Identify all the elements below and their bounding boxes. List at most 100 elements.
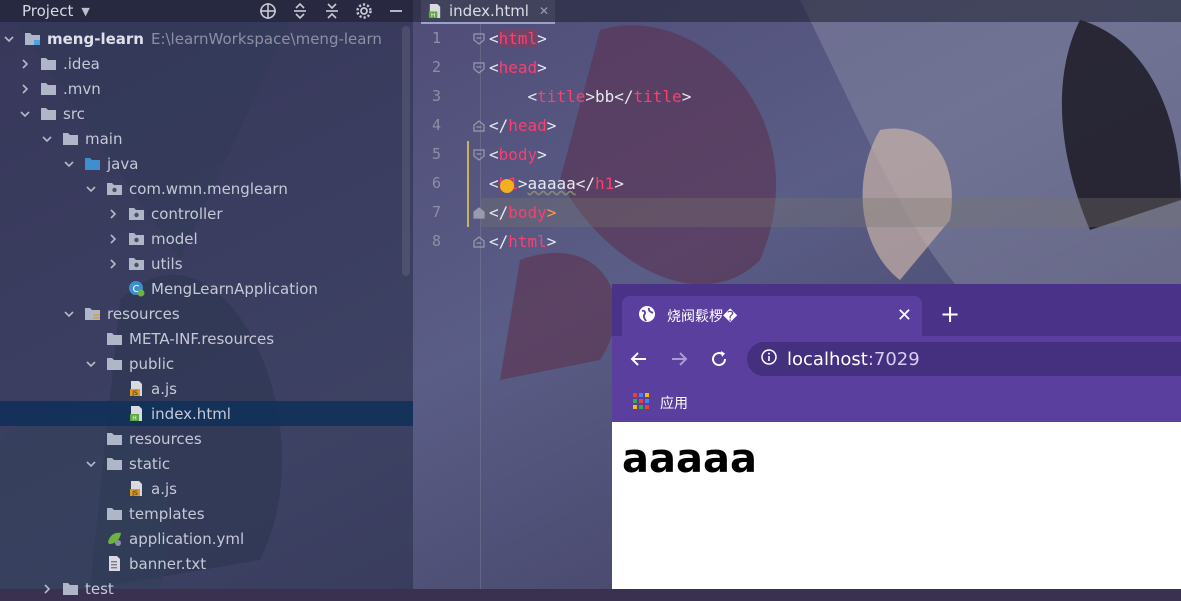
tree-item-meng-learn[interactable]: meng-learn E:\learnWorkspace\meng-learn — [0, 26, 413, 51]
code-token: > — [537, 145, 547, 164]
chevron-down-icon[interactable] — [18, 107, 32, 121]
fold-open-icon[interactable] — [473, 149, 485, 161]
code-line-1[interactable]: <html> — [489, 24, 547, 53]
code-line-7[interactable]: </body> — [489, 198, 556, 227]
resources-folder-icon — [84, 306, 101, 322]
chevron-right-icon[interactable] — [106, 257, 120, 271]
tree-item-model[interactable]: model — [0, 226, 413, 251]
html-file-icon: H — [128, 406, 145, 422]
chevron-down-icon[interactable]: ▼ — [81, 5, 89, 18]
code-token: > — [585, 87, 595, 106]
editor-tab-index-html[interactable]: H index.html ✕ — [421, 0, 556, 24]
info-icon[interactable] — [761, 349, 777, 369]
tree-item-label: controller — [151, 204, 223, 223]
tree-item-resources-2[interactable]: resources — [0, 426, 413, 451]
tree-item-label: .mvn — [63, 79, 101, 98]
line-number: 8 — [431, 232, 441, 250]
tree-item-application-yml[interactable]: application.yml — [0, 526, 413, 551]
locate-file-icon[interactable] — [259, 2, 277, 20]
svg-text:H: H — [132, 415, 137, 422]
tree-item-label: java — [107, 154, 139, 173]
tree-item-controller[interactable]: controller — [0, 201, 413, 226]
tree-item-utils[interactable]: utils — [0, 251, 413, 276]
gear-icon[interactable] — [355, 2, 373, 20]
fold-close-icon[interactable] — [473, 207, 485, 219]
chevron-right-icon[interactable] — [106, 207, 120, 221]
text-file-icon — [106, 556, 123, 572]
chevron-right-icon[interactable] — [18, 82, 32, 96]
code-token: > — [546, 232, 557, 251]
project-header: Project ▼ — [0, 0, 413, 22]
tree-item-application-class[interactable]: C MengLearnApplication — [0, 276, 413, 301]
folder-icon — [106, 356, 123, 372]
tree-item-resources[interactable]: resources — [0, 301, 413, 326]
tree-item-static-a-js[interactable]: JS a.js — [0, 476, 413, 501]
editor-tab-label: index.html — [449, 2, 529, 20]
new-tab-button[interactable]: + — [940, 302, 960, 326]
tree-item-main[interactable]: main — [0, 126, 413, 151]
code-token: < — [489, 174, 499, 193]
code-token: < — [489, 145, 499, 164]
fold-open-icon[interactable] — [473, 62, 485, 74]
chevron-right-icon[interactable] — [106, 232, 120, 246]
folder-icon — [40, 81, 57, 97]
tree-item-public-a-js[interactable]: JS a.js — [0, 376, 413, 401]
code-line-8[interactable]: </html> — [489, 227, 556, 256]
back-button[interactable] — [628, 348, 650, 370]
close-icon[interactable]: ✕ — [897, 305, 912, 326]
code-tag: title — [537, 87, 586, 106]
tree-item-index-html[interactable]: H index.html — [0, 401, 413, 426]
fold-open-icon[interactable] — [473, 33, 485, 45]
module-folder-icon — [24, 31, 41, 47]
reload-button[interactable] — [708, 348, 730, 370]
line-number: 6 — [431, 174, 441, 192]
address-bar[interactable]: localhost:7029 — [747, 342, 1181, 376]
tree-item-idea[interactable]: .idea — [0, 51, 413, 76]
code-line-4[interactable]: </head> — [489, 111, 556, 140]
line-number: 2 — [431, 58, 441, 76]
tree-item-banner-txt[interactable]: banner.txt — [0, 551, 413, 576]
close-icon[interactable]: ✕ — [539, 4, 549, 18]
line-number-gutter: 1 2 3 4 5 6 7 8 — [413, 24, 481, 589]
tree-item-static[interactable]: static — [0, 451, 413, 476]
chevron-right-icon[interactable] — [18, 57, 32, 71]
tree-item-templates[interactable]: templates — [0, 501, 413, 526]
line-number: 4 — [431, 116, 441, 134]
chevron-down-icon[interactable] — [62, 307, 76, 321]
hide-panel-icon[interactable] — [387, 2, 405, 20]
tree-item-package-root[interactable]: com.wmn.menglearn — [0, 176, 413, 201]
code-token: < — [489, 58, 499, 77]
chevron-down-icon[interactable] — [62, 157, 76, 171]
tree-item-src[interactable]: src — [0, 101, 413, 126]
bookmark-apps[interactable]: 应用 — [660, 393, 688, 413]
browser-tab[interactable]: 烧阀鬏椤� ✕ — [622, 296, 922, 336]
browser-tab-strip: 烧阀鬏椤� ✕ + — [612, 284, 1181, 336]
lightbulb-icon[interactable] — [500, 179, 514, 193]
collapse-all-icon[interactable] — [323, 2, 341, 20]
chevron-down-icon[interactable] — [84, 357, 98, 371]
tree-item-label: public — [129, 354, 175, 373]
tree-item-public[interactable]: public — [0, 351, 413, 376]
project-view-selector[interactable]: Project — [22, 2, 73, 20]
expand-all-icon[interactable] — [291, 2, 309, 20]
code-line-3[interactable]: <title>bb</title> — [489, 82, 692, 111]
chevron-down-icon[interactable] — [40, 132, 54, 146]
code-line-2[interactable]: <head> — [489, 53, 547, 82]
fold-close-icon[interactable] — [473, 236, 485, 248]
chevron-down-icon[interactable] — [84, 182, 98, 196]
code-line-5[interactable]: <body> — [489, 140, 547, 169]
project-tool-window: Project ▼ meng-learn E:\learnWorkspace\m… — [0, 0, 413, 598]
code-token: > — [546, 116, 557, 135]
tree-item-label: model — [151, 229, 198, 248]
forward-button[interactable] — [668, 348, 690, 370]
tree-item-mvn[interactable]: .mvn — [0, 76, 413, 101]
fold-close-icon[interactable] — [473, 120, 485, 132]
tree-item-label: resources — [129, 429, 202, 448]
code-text: bb — [594, 87, 615, 106]
chevron-down-icon[interactable] — [2, 32, 16, 46]
tree-item-meta-inf[interactable]: META-INF.resources — [0, 326, 413, 351]
chevron-down-icon[interactable] — [84, 457, 98, 471]
tree-item-java[interactable]: java — [0, 151, 413, 176]
apps-grid-icon[interactable] — [632, 392, 650, 414]
code-token: < — [489, 87, 538, 106]
